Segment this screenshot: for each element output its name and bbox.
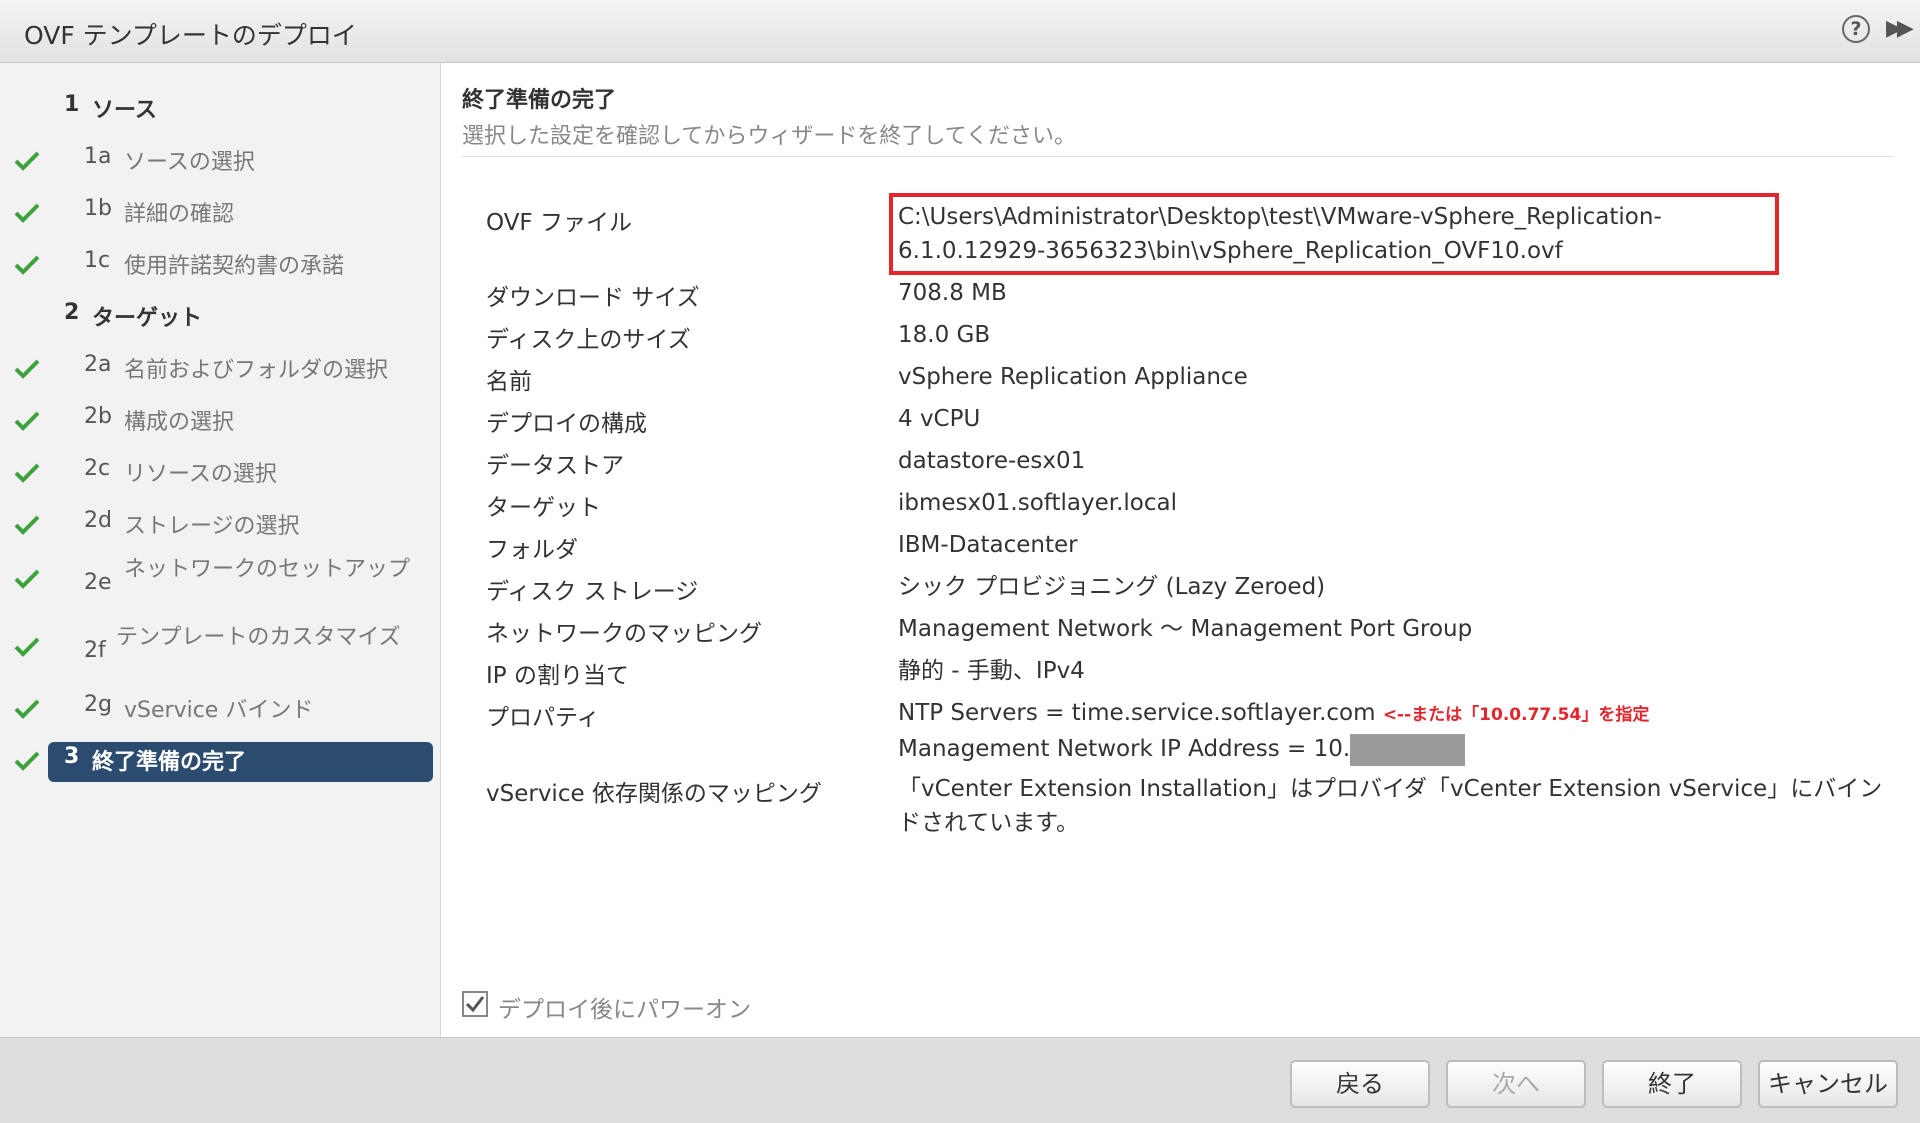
step-number: 2 — [64, 300, 80, 325]
sidebar-step-1c[interactable]: 1c 使用許諾契約書の承諾 — [0, 248, 441, 288]
check-icon — [14, 698, 40, 719]
check-icon — [14, 750, 40, 771]
cancel-button[interactable]: キャンセル — [1758, 1060, 1898, 1108]
check-icon — [14, 568, 40, 589]
sidebar-step-2a[interactable]: 2a 名前およびフォルダの選択 — [0, 352, 441, 392]
step-number: 1a — [84, 144, 112, 169]
sidebar-step-2[interactable]: 2 ターゲット — [0, 300, 441, 340]
step-label: ストレージの選択 — [124, 514, 300, 539]
sidebar-step-2c[interactable]: 2c リソースの選択 — [0, 456, 441, 496]
step-label: ターゲット — [92, 306, 203, 331]
row-label-datastore: データストア — [486, 453, 624, 479]
row-value-download-size: 708.8 MB — [898, 280, 1007, 306]
step-number: 2f — [84, 638, 106, 663]
row-label-deploy-config: デプロイの構成 — [486, 411, 647, 437]
row-label-target: ターゲット — [486, 495, 601, 521]
row-label-network-mapping: ネットワークのマッピング — [486, 621, 762, 647]
sidebar-step-3[interactable]: 3 終了準備の完了 — [0, 744, 441, 784]
row-value-datastore: datastore-esx01 — [898, 448, 1086, 474]
step-label: ネットワークのセットアップ — [124, 557, 411, 582]
sidebar-step-1b[interactable]: 1b 詳細の確認 — [0, 196, 441, 236]
step-label: 名前およびフォルダの選択 — [124, 358, 389, 383]
step-number: 2b — [84, 404, 112, 429]
step-label: 構成の選択 — [124, 410, 235, 435]
row-value-network-mapping: Management Network ～ Management Port Gro… — [898, 616, 1473, 642]
row-value-disk-size: 18.0 GB — [898, 322, 991, 348]
checkmark-icon — [465, 996, 485, 1013]
row-label-name: 名前 — [486, 369, 532, 395]
step-label: vService バインド — [124, 698, 314, 723]
sidebar-step-1[interactable]: 1 ソース — [0, 92, 441, 132]
row-value-vservice-mapping: 「vCenter Extension Installation」はプロバイダ「v… — [898, 776, 1883, 836]
step-label: リソースの選択 — [124, 462, 277, 487]
collapse-icon[interactable]: ▶▶ — [1886, 16, 1914, 41]
row-value-disk-storage: シック プロビジョニング (Lazy Zeroed) — [898, 574, 1326, 600]
check-icon — [14, 150, 40, 171]
annotation-note: <--または「10.0.77.54」を指定 — [1382, 705, 1650, 725]
row-label-folder: フォルダ — [486, 537, 578, 563]
row-label-properties: プロパティ — [486, 705, 600, 731]
step-number: 1c — [84, 248, 111, 273]
sidebar-step-2b[interactable]: 2b 構成の選択 — [0, 404, 441, 444]
sidebar-step-2d[interactable]: 2d ストレージの選択 — [0, 508, 441, 548]
sidebar-step-2g[interactable]: 2g vService バインド — [0, 692, 441, 732]
check-icon — [14, 358, 40, 379]
check-icon — [14, 514, 40, 535]
separator — [462, 156, 1892, 157]
row-value-folder: IBM-Datacenter — [898, 532, 1078, 558]
redacted-mask — [1350, 733, 1466, 766]
row-label-vservice-mapping: vService 依存関係のマッピング — [486, 781, 822, 807]
step-number: 1b — [84, 196, 112, 221]
power-on-label: デプロイ後にパワーオン — [498, 997, 751, 1023]
row-label-download-size: ダウンロード サイズ — [486, 285, 700, 311]
window-title: OVF テンプレートのデプロイ — [24, 21, 357, 50]
next-button[interactable]: 次へ — [1446, 1060, 1586, 1108]
back-button[interactable]: 戻る — [1290, 1060, 1430, 1108]
step-label: 詳細の確認 — [124, 202, 235, 227]
row-label-ovf-file: OVF ファイル — [486, 210, 632, 236]
step-label: テンプレートのカスタマイズ — [116, 625, 401, 650]
step-label: ソースの選択 — [124, 150, 255, 175]
row-value-name: vSphere Replication Appliance — [898, 364, 1248, 390]
step-number: 3 — [64, 744, 80, 769]
row-value-ip-allocation: 静的 - 手動、IPv4 — [898, 658, 1085, 684]
step-number: 1 — [64, 92, 80, 117]
finish-button[interactable]: 終了 — [1602, 1060, 1742, 1108]
step-label: 使用許諾契約書の承諾 — [124, 254, 345, 279]
check-icon — [14, 202, 40, 223]
check-icon — [14, 636, 40, 657]
highlight-box — [889, 193, 1779, 275]
help-icon[interactable]: ? — [1842, 15, 1870, 43]
step-number: 2c — [84, 456, 111, 481]
step-number: 2a — [84, 352, 112, 377]
power-on-checkbox[interactable] — [462, 991, 488, 1017]
step-number: 2d — [84, 508, 112, 533]
title-bar: OVF テンプレートのデプロイ ? ▶▶ — [0, 0, 1920, 63]
row-label-disk-storage: ディスク ストレージ — [486, 579, 699, 605]
sidebar-step-2f[interactable]: 2f テンプレートのカスタマイズ — [0, 624, 441, 664]
sidebar-step-2e[interactable]: 2e ネットワークのセットアップ — [0, 556, 441, 596]
page-subtitle: 選択した設定を確認してからウィザードを終了してください。 — [462, 124, 1077, 149]
step-label: ソース — [92, 98, 157, 123]
row-value-properties: NTP Servers = time.service.softlayer.com… — [898, 696, 1888, 766]
row-label-disk-size: ディスク上のサイズ — [486, 327, 691, 353]
check-icon — [14, 254, 40, 275]
management-ip-value: Management Network IP Address = 10. — [898, 736, 1351, 762]
step-number: 2e — [84, 570, 112, 595]
row-value-deploy-config: 4 vCPU — [898, 406, 981, 432]
sidebar-step-1a[interactable]: 1a ソースの選択 — [0, 144, 441, 184]
check-icon — [14, 410, 40, 431]
row-label-ip-allocation: IP の割り当て — [486, 663, 629, 689]
page-title: 終了準備の完了 — [462, 88, 617, 113]
row-value-target: ibmesx01.softlayer.local — [898, 490, 1177, 516]
ntp-servers-value: NTP Servers = time.service.softlayer.com — [898, 700, 1376, 726]
check-icon — [14, 462, 40, 483]
step-label: 終了準備の完了 — [92, 750, 247, 775]
step-number: 2g — [84, 692, 112, 717]
